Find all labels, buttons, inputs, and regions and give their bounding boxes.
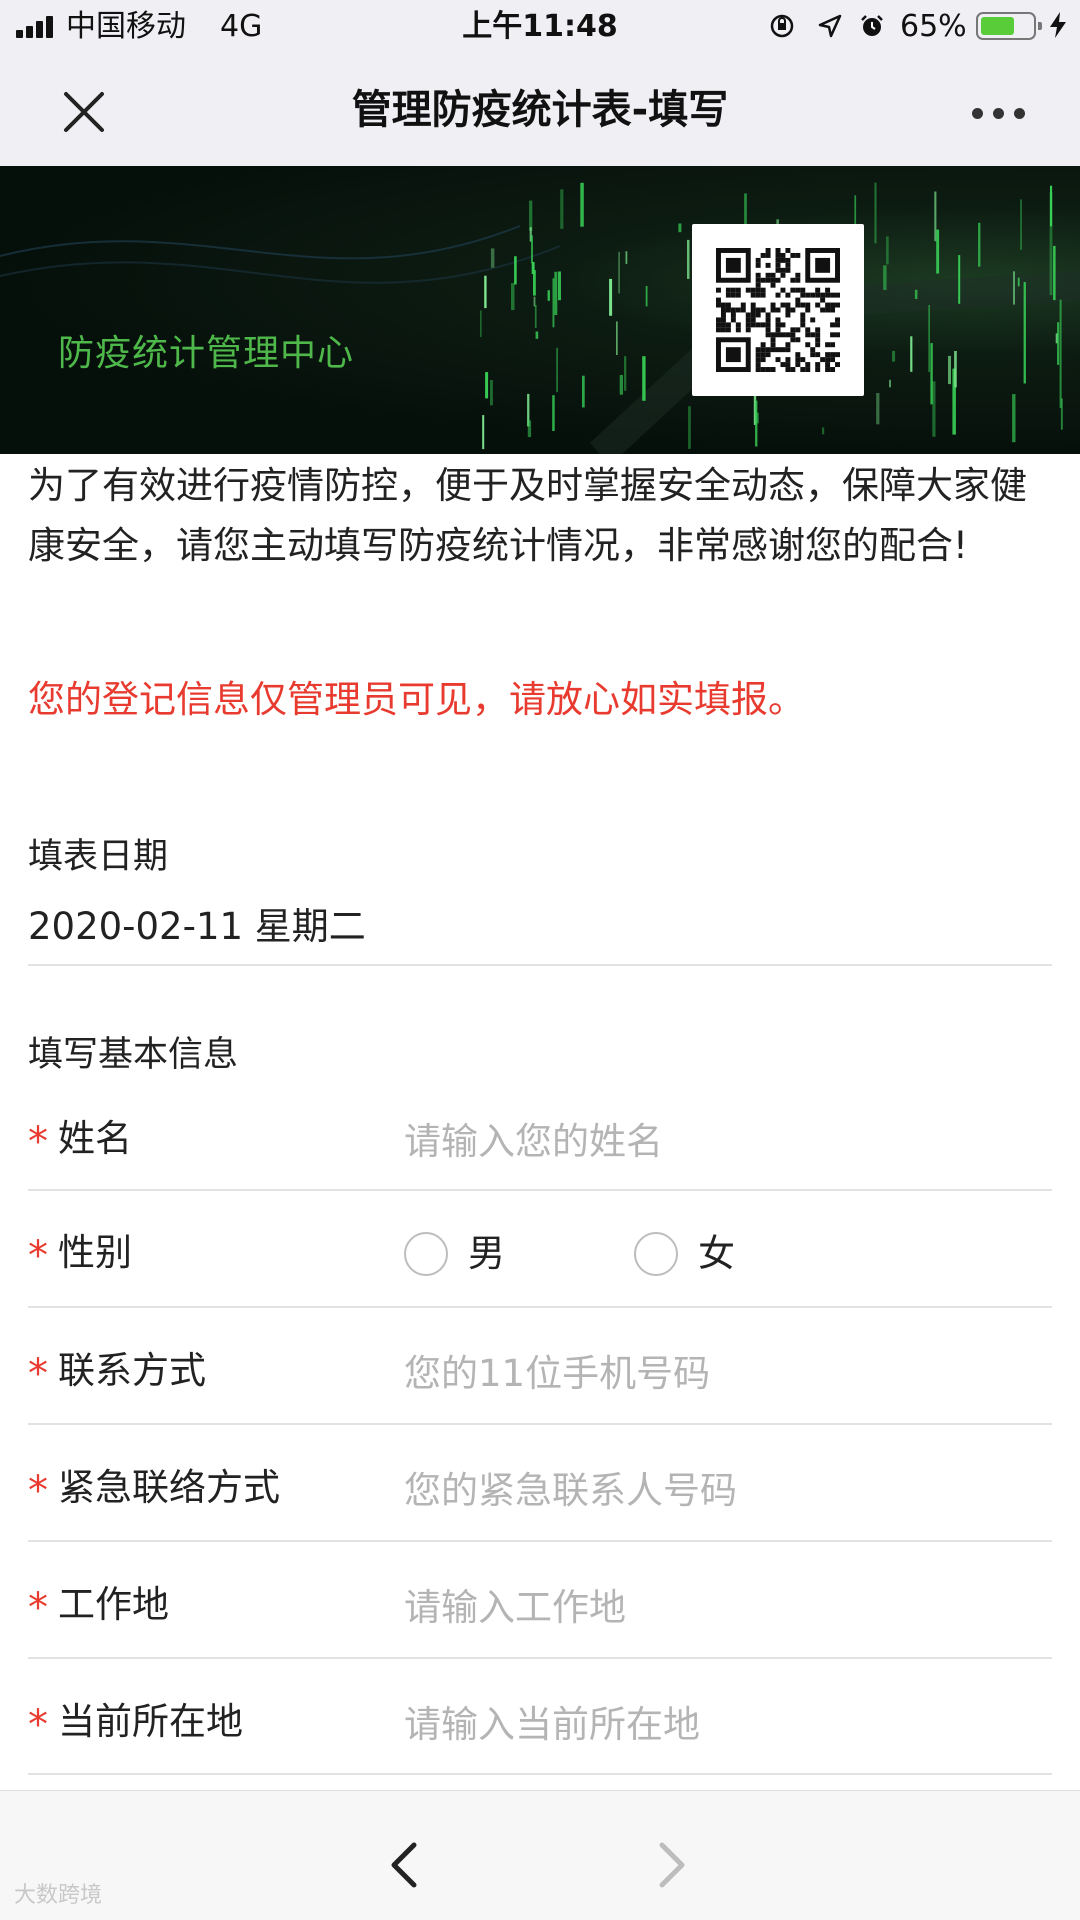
phone-label: 联系方式 [58,1349,206,1392]
gender-female-label: 女 [698,1232,735,1275]
name-label: 姓名 [58,1117,132,1160]
page-title: 管理防疫统计表-填写 [351,87,729,133]
banner-title: 防疫统计管理中心 [58,333,355,374]
close-icon[interactable] [56,84,112,140]
location-row: * 当前所在地 [28,1683,1052,1799]
city-data-background [0,182,1080,454]
gender-male-label: 男 [468,1232,505,1275]
divider [28,1306,1052,1308]
phone-input[interactable] [404,1346,1044,1400]
status-bar: 中国移动 4G 上午11:48 65% [0,0,1080,54]
required-mark: * [28,1468,48,1514]
emergency-row: * 紧急联络方式 [28,1449,1052,1565]
battery-percent: 65% [900,9,967,44]
divider [28,964,1052,966]
gender-row: * 性别 男 女 [28,1214,1052,1330]
orientation-lock-icon [770,14,794,38]
emergency-input[interactable] [404,1463,1044,1517]
divider [28,1189,1052,1191]
bottom-toolbar: 大数跨境 [0,1790,1080,1920]
required-mark: * [28,1585,48,1631]
divider [28,1657,1052,1659]
radio-circle[interactable] [404,1232,448,1276]
alarm-icon [861,15,883,36]
divider [28,1423,1052,1425]
date-value: 2020-02-11 星期二 [28,905,366,948]
watermark: 大数跨境 [14,1883,103,1908]
section-label: 填写基本信息 [28,1035,239,1075]
more-icon[interactable] [964,98,1034,128]
qr-code[interactable] [692,224,864,396]
phone-row: * 联系方式 [28,1332,1052,1448]
charging-icon [1050,12,1066,38]
name-row: * 姓名 [28,1100,1052,1216]
chevron-right-icon[interactable] [640,1835,700,1895]
location-input[interactable] [404,1697,1044,1751]
required-mark: * [28,1702,48,1748]
workplace-input[interactable] [404,1580,1044,1634]
privacy-notice: 您的登记信息仅管理员可见，请放心如实填报。 [28,678,805,721]
name-input[interactable] [404,1114,1044,1168]
intro-text: 为了有效进行疫情防控，便于及时掌握安全动态，保障大家健康安全，请您主动填写防疫统… [28,464,1027,567]
required-mark: * [28,1119,48,1165]
emergency-label: 紧急联络方式 [58,1466,280,1509]
gender-label: 性别 [58,1231,132,1274]
location-icon [818,14,842,38]
required-mark: * [28,1233,48,1279]
battery-icon [976,12,1042,40]
workplace-row: * 工作地 [28,1566,1052,1682]
banner: 防疫统计管理中心 [0,166,1080,454]
battery-level [981,17,1014,35]
divider [28,1773,1052,1775]
chevron-left-icon[interactable] [376,1835,436,1895]
qr-code-image [716,248,840,372]
required-mark: * [28,1351,48,1397]
location-label: 当前所在地 [58,1700,243,1743]
nav-bar: 管理防疫统计表-填写 [0,54,1080,166]
divider [28,1540,1052,1542]
radio-circle[interactable] [634,1232,678,1276]
date-label: 填表日期 [28,837,169,877]
workplace-label: 工作地 [58,1583,169,1626]
